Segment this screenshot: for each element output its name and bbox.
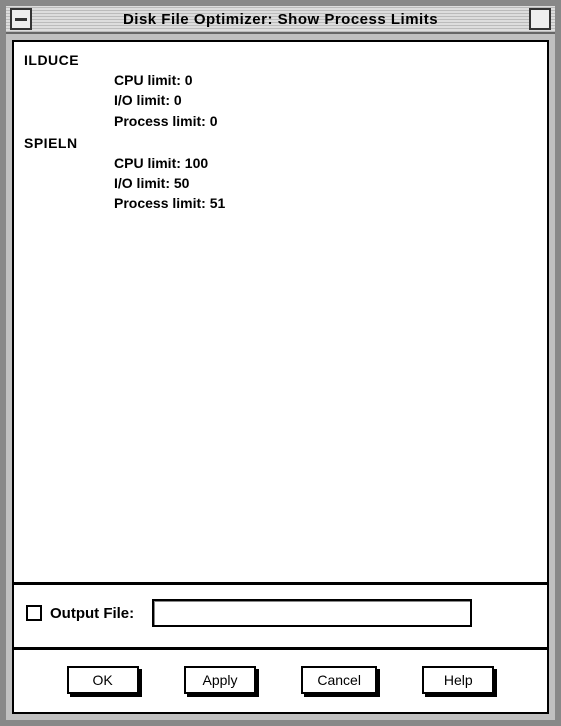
io-limit-value: 50 bbox=[174, 175, 190, 191]
window-control-box[interactable] bbox=[529, 8, 551, 30]
process-limit-label: Process limit: bbox=[114, 195, 206, 211]
process-name: SPIELN bbox=[24, 135, 537, 151]
cpu-limit-line: CPU limit: 100 bbox=[114, 153, 537, 173]
io-limit-label: I/O limit: bbox=[114, 92, 170, 108]
cpu-limit-label: CPU limit: bbox=[114, 155, 181, 171]
process-limit-value: 51 bbox=[210, 195, 226, 211]
button-row: OK Apply Cancel Help bbox=[14, 650, 547, 712]
ok-button[interactable]: OK bbox=[67, 666, 139, 694]
process-block: ILDUCE CPU limit: 0 I/O limit: 0 Process… bbox=[24, 52, 537, 131]
limits-group: CPU limit: 0 I/O limit: 0 Process limit:… bbox=[114, 70, 537, 131]
process-limits-area: ILDUCE CPU limit: 0 I/O limit: 0 Process… bbox=[14, 42, 547, 585]
limits-group: CPU limit: 100 I/O limit: 50 Process lim… bbox=[114, 153, 537, 214]
output-file-input[interactable] bbox=[152, 599, 472, 627]
output-file-row: Output File: bbox=[14, 585, 547, 650]
process-limit-value: 0 bbox=[210, 113, 218, 129]
cpu-limit-line: CPU limit: 0 bbox=[114, 70, 537, 90]
process-limit-line: Process limit: 0 bbox=[114, 111, 537, 131]
dash-icon bbox=[15, 18, 27, 21]
process-limit-line: Process limit: 51 bbox=[114, 193, 537, 213]
system-menu-icon[interactable] bbox=[10, 8, 32, 30]
window-frame: Disk File Optimizer: Show Process Limits… bbox=[0, 0, 561, 726]
io-limit-value: 0 bbox=[174, 92, 182, 108]
process-name: ILDUCE bbox=[24, 52, 537, 68]
window-title: Disk File Optimizer: Show Process Limits bbox=[32, 11, 529, 28]
cpu-limit-value: 100 bbox=[185, 155, 208, 171]
cpu-limit-label: CPU limit: bbox=[114, 72, 181, 88]
apply-button[interactable]: Apply bbox=[184, 666, 256, 694]
output-file-checkbox[interactable] bbox=[26, 605, 42, 621]
io-limit-line: I/O limit: 0 bbox=[114, 90, 537, 110]
titlebar[interactable]: Disk File Optimizer: Show Process Limits bbox=[6, 6, 555, 34]
io-limit-label: I/O limit: bbox=[114, 175, 170, 191]
help-button[interactable]: Help bbox=[422, 666, 494, 694]
process-limit-label: Process limit: bbox=[114, 113, 206, 129]
cpu-limit-value: 0 bbox=[185, 72, 193, 88]
io-limit-line: I/O limit: 50 bbox=[114, 173, 537, 193]
output-file-label: Output File: bbox=[50, 605, 134, 622]
client-area: ILDUCE CPU limit: 0 I/O limit: 0 Process… bbox=[12, 40, 549, 714]
process-block: SPIELN CPU limit: 100 I/O limit: 50 Proc… bbox=[24, 135, 537, 214]
cancel-button[interactable]: Cancel bbox=[301, 666, 377, 694]
